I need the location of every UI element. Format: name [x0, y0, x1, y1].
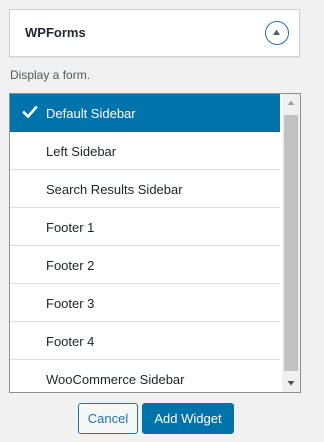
widget-toggle-button[interactable]: [265, 21, 289, 45]
widget-description: Display a form.: [10, 68, 91, 82]
sidebar-option-footer-3[interactable]: Footer 3: [10, 284, 280, 322]
scroll-up-arrow-icon: [287, 100, 295, 105]
sidebar-option-label: Footer 1: [46, 220, 95, 235]
cancel-button[interactable]: Cancel: [78, 403, 138, 434]
sidebar-option-default-sidebar[interactable]: Default Sidebar: [10, 94, 280, 132]
sidebar-option-left-sidebar[interactable]: Left Sidebar: [10, 132, 280, 170]
sidebar-option-footer-1[interactable]: Footer 1: [10, 208, 280, 246]
add-widget-button[interactable]: Add Widget: [142, 403, 234, 434]
widget-header[interactable]: WPForms: [9, 9, 300, 57]
sidebar-list: Default Sidebar Left Sidebar Search Resu…: [10, 94, 280, 392]
sidebar-option-footer-2[interactable]: Footer 2: [10, 246, 280, 284]
sidebar-option-label: WooCommerce Sidebar: [46, 372, 185, 387]
checkmark-icon: [22, 105, 38, 119]
sidebar-option-footer-4[interactable]: Footer 4: [10, 322, 280, 360]
scroll-down-arrow-icon: [287, 381, 295, 386]
listbox-scrollbar[interactable]: [282, 94, 300, 392]
sidebar-option-label: Footer 4: [46, 334, 95, 349]
chevron-up-icon: [273, 29, 280, 35]
scroll-up-button[interactable]: [282, 94, 300, 112]
sidebar-option-label: Search Results Sidebar: [46, 182, 183, 197]
sidebar-option-woocommerce-sidebar[interactable]: WooCommerce Sidebar: [10, 360, 280, 392]
sidebar-listbox[interactable]: Default Sidebar Left Sidebar Search Resu…: [9, 93, 301, 393]
sidebar-option-label: Default Sidebar: [46, 106, 136, 121]
sidebar-option-search-results-sidebar[interactable]: Search Results Sidebar: [10, 170, 280, 208]
sidebar-option-label: Footer 2: [46, 258, 95, 273]
widget-title: WPForms: [25, 25, 86, 40]
scroll-down-button[interactable]: [282, 374, 300, 392]
scrollbar-thumb[interactable]: [284, 115, 298, 371]
sidebar-option-label: Left Sidebar: [46, 144, 117, 159]
sidebar-option-label: Footer 3: [46, 296, 95, 311]
